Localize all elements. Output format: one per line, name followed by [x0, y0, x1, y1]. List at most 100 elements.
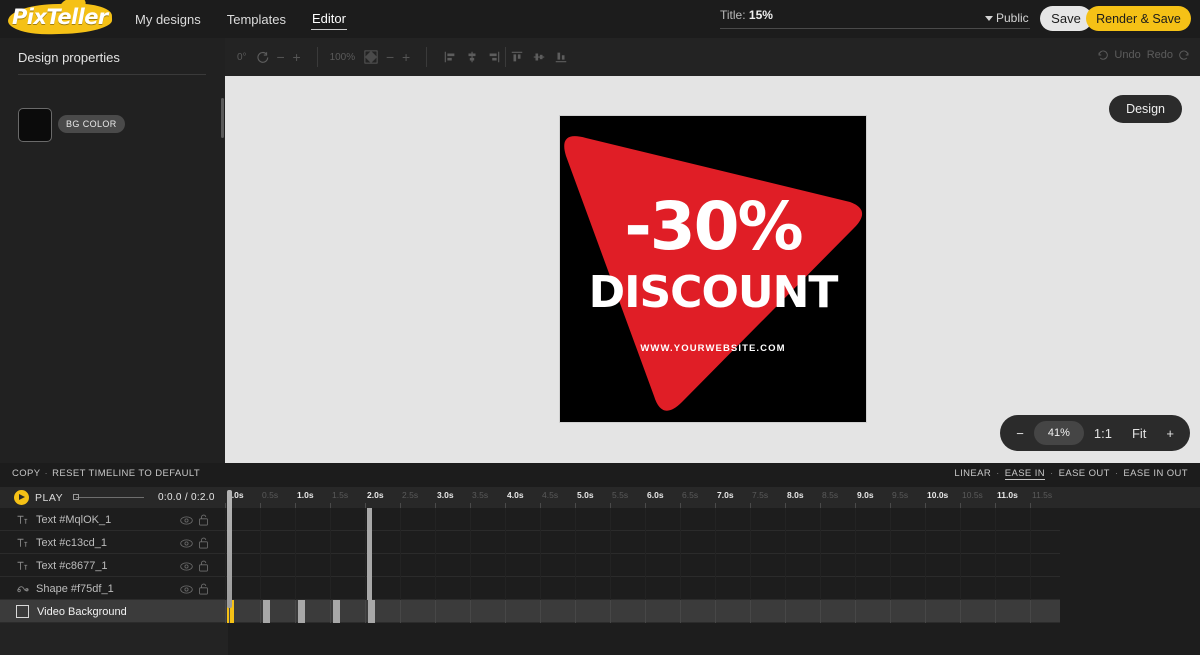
track-gridline [575, 531, 576, 554]
design-title-value: 15% [748, 8, 773, 22]
keyframe-marker[interactable] [367, 508, 372, 531]
align-right-icon[interactable] [483, 47, 505, 67]
keyframe-marker[interactable] [263, 600, 270, 623]
pixteller-logo[interactable]: PixTeller [6, 0, 114, 38]
artboard-discount-text[interactable]: DISCOUNT [560, 271, 866, 315]
layer-row-video-background[interactable]: Video Background [0, 600, 1060, 623]
play-label[interactable]: PLAY [35, 492, 63, 504]
lock-icon[interactable] [198, 559, 209, 577]
eye-icon[interactable] [180, 536, 193, 554]
timeline-slider-track[interactable] [76, 497, 144, 498]
video-background-label: Video Background [37, 605, 127, 618]
align-middle-icon[interactable] [528, 47, 550, 67]
design-properties-heading: Design properties [18, 50, 120, 65]
layer-track[interactable] [225, 508, 1060, 531]
artboard-percent-text[interactable]: -30% [560, 194, 866, 260]
track-gridline [435, 508, 436, 531]
easing-ease-in-out[interactable]: EASE IN OUT [1123, 468, 1188, 479]
track-gridline [575, 554, 576, 577]
artboard-url-text[interactable]: WWW.YOURWEBSITE.COM [560, 343, 866, 354]
track-gridline [540, 531, 541, 554]
ruler-tick-label: 2.0s [367, 490, 384, 500]
keyframe-marker[interactable] [333, 600, 340, 623]
redo-icon[interactable] [1179, 49, 1190, 61]
bg-color-label[interactable]: BG COLOR [58, 115, 125, 133]
chevron-down-icon [985, 16, 993, 22]
undo-label[interactable]: Undo [1114, 49, 1140, 61]
align-left-icon[interactable] [439, 47, 461, 67]
zoom-1-to-1-button[interactable]: 1:1 [1084, 421, 1122, 445]
timeline-playhead[interactable] [227, 490, 232, 608]
video-background-checkbox-icon[interactable] [16, 605, 29, 618]
nav-link-my-designs[interactable]: My designs [134, 9, 202, 30]
layer-row[interactable]: Shape #f75df_1 [0, 577, 1060, 600]
keyframe-marker[interactable] [368, 600, 375, 623]
lock-icon[interactable] [198, 513, 209, 531]
render-and-save-button[interactable]: Render & Save [1086, 6, 1191, 31]
text-icon [16, 514, 32, 526]
layer-row[interactable]: Text #c8677_1 [0, 554, 1060, 577]
track-gridline [960, 600, 961, 623]
zoom-fit-button[interactable]: Fit [1122, 421, 1156, 445]
undo-icon[interactable] [1097, 49, 1109, 61]
easing-ease-in[interactable]: EASE IN [1004, 468, 1046, 480]
bg-color-swatch[interactable] [18, 108, 52, 142]
track-gridline [820, 531, 821, 554]
opacity-icon[interactable] [364, 50, 378, 64]
visibility-value: Public [996, 11, 1029, 25]
track-gridline [995, 600, 996, 623]
timeline-ruler[interactable]: 0.0s 0.5s 1.0s 1.5s 2.0s 2.5s 3.0s 3.5s 4.0s 4.5s… [225, 487, 1200, 508]
rotate-icon[interactable] [256, 51, 269, 64]
track-gridline [225, 531, 226, 554]
separator-dot: · [1114, 468, 1119, 479]
opacity-decrease-button[interactable]: − [382, 49, 398, 65]
keyframe-marker[interactable] [367, 531, 372, 554]
reset-timeline-button[interactable]: RESET TIMELINE TO DEFAULT [52, 468, 200, 479]
lock-icon[interactable] [198, 536, 209, 554]
layer-row[interactable]: Text #MqlOK_1 [0, 508, 1060, 531]
track-gridline [960, 508, 961, 531]
zoom-out-button[interactable]: − [1006, 421, 1034, 445]
easing-ease-out[interactable]: EASE OUT [1059, 468, 1110, 479]
ruler-tick-label: 1.5s [332, 490, 349, 500]
keyframe-marker[interactable] [298, 600, 305, 623]
align-top-icon[interactable] [506, 47, 528, 67]
track-gridline [925, 577, 926, 600]
timeline-slider-handle[interactable] [73, 494, 79, 500]
easing-linear[interactable]: LINEAR [954, 468, 991, 479]
design-panel-button[interactable]: Design [1109, 95, 1182, 123]
opacity-increase-button[interactable]: + [398, 49, 414, 65]
zoom-in-button[interactable]: + [1156, 421, 1184, 445]
copy-button[interactable]: COPY [12, 468, 41, 479]
eye-icon[interactable] [180, 582, 193, 600]
layer-track[interactable] [225, 577, 1060, 600]
track-gridline [995, 577, 996, 600]
nav-link-editor[interactable]: Editor [311, 8, 347, 30]
lock-icon[interactable] [198, 582, 209, 600]
visibility-dropdown[interactable]: Public [985, 11, 1029, 25]
align-bottom-icon[interactable] [550, 47, 572, 67]
panel-scrollbar[interactable] [221, 98, 224, 138]
rotation-decrease-button[interactable]: − [273, 49, 289, 65]
nav-link-templates[interactable]: Templates [226, 9, 287, 30]
play-button-icon[interactable] [14, 490, 29, 505]
zoom-level-value[interactable]: 41% [1033, 421, 1084, 445]
video-background-track[interactable] [225, 600, 1060, 623]
redo-label[interactable]: Redo [1147, 49, 1173, 61]
track-gridline [610, 508, 611, 531]
layer-track[interactable] [225, 531, 1060, 554]
track-gridline [890, 600, 891, 623]
save-button[interactable]: Save [1040, 6, 1092, 31]
align-center-horizontal-icon[interactable] [461, 47, 483, 67]
layer-row[interactable]: Text #c13cd_1 [0, 531, 1060, 554]
eye-icon[interactable] [180, 559, 193, 577]
keyframe-marker[interactable] [367, 577, 372, 600]
keyframe-marker[interactable] [367, 554, 372, 577]
artboard[interactable]: -30% DISCOUNT WWW.YOURWEBSITE.COM [560, 116, 866, 422]
track-gridline [400, 600, 401, 623]
rotation-increase-button[interactable]: + [289, 49, 305, 65]
eye-icon[interactable] [180, 513, 193, 531]
canvas-workspace[interactable]: Design -30% DISCOUNT WWW.YOURWEBSITE.COM… [225, 76, 1200, 463]
design-title-field[interactable]: Title: 15% [720, 8, 1030, 29]
layer-track[interactable] [225, 554, 1060, 577]
